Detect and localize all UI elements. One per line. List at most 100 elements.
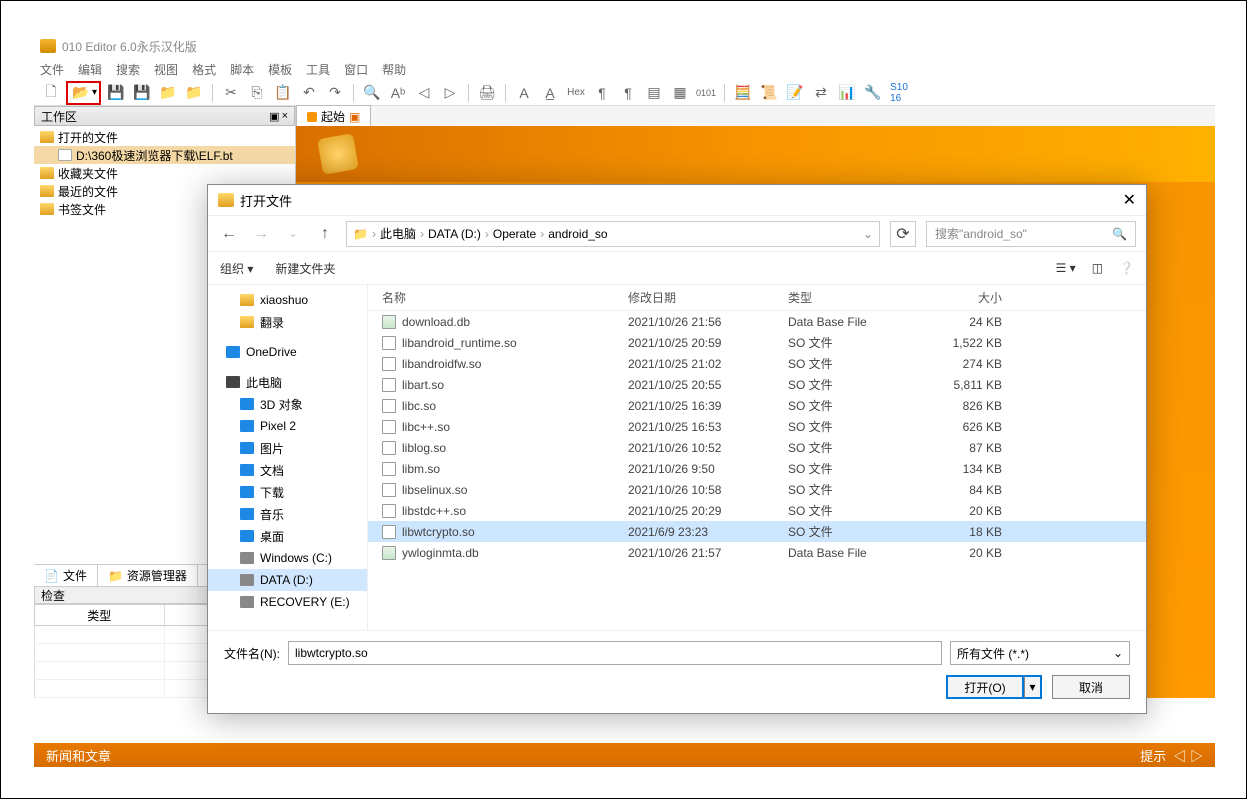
- nav-item[interactable]: 文档: [208, 459, 367, 481]
- menu-窗口[interactable]: 窗口: [344, 61, 368, 78]
- nav-tree[interactable]: xiaoshuo翻录 OneDrive 此电脑3D 对象Pixel 2图片文档下载音…: [208, 285, 368, 630]
- file-row[interactable]: libm.so2021/10/26 9:50SO 文件134 KB: [368, 458, 1146, 479]
- script-icon[interactable]: 📜: [758, 82, 780, 104]
- tools-icon[interactable]: 🔧: [862, 82, 884, 104]
- new-file-icon[interactable]: 🗋: [40, 82, 62, 104]
- calc-icon[interactable]: 🧮: [732, 82, 754, 104]
- breadcrumb-item[interactable]: android_so: [548, 227, 607, 241]
- paragraph-icon[interactable]: ¶: [591, 82, 613, 104]
- layout1-icon[interactable]: ▤: [643, 82, 665, 104]
- pin-icon[interactable]: ▣: [269, 110, 279, 123]
- open-folder-icon[interactable]: 📂: [70, 82, 92, 104]
- menu-模板[interactable]: 模板: [268, 61, 292, 78]
- file-list[interactable]: download.db2021/10/26 21:56Data Base Fil…: [368, 311, 1146, 563]
- undo-icon[interactable]: ↶: [298, 82, 320, 104]
- binary-icon[interactable]: 0101: [695, 82, 717, 104]
- file-row[interactable]: ywloginmta.db2021/10/26 21:57Data Base F…: [368, 542, 1146, 563]
- refresh-icon[interactable]: ⟳: [890, 221, 916, 247]
- menu-视图[interactable]: 视图: [154, 61, 178, 78]
- breadcrumb[interactable]: 📁›此电脑›DATA (D:)›Operate›android_so ⌄: [346, 221, 880, 247]
- menu-工具[interactable]: 工具: [306, 61, 330, 78]
- menu-帮助[interactable]: 帮助: [382, 61, 406, 78]
- ws-tab-file[interactable]: 📄 文件: [34, 565, 98, 586]
- nav-item[interactable]: OneDrive: [208, 341, 367, 363]
- ws-item[interactable]: 打开的文件: [34, 128, 295, 146]
- nav-item[interactable]: 下载: [208, 481, 367, 503]
- file-row[interactable]: libc++.so2021/10/25 16:53SO 文件626 KB: [368, 416, 1146, 437]
- menu-格式[interactable]: 格式: [192, 61, 216, 78]
- file-row[interactable]: liblog.so2021/10/26 10:52SO 文件87 KB: [368, 437, 1146, 458]
- nav-item[interactable]: 桌面: [208, 525, 367, 547]
- folder2-icon[interactable]: 📁: [183, 82, 205, 104]
- font-a-icon[interactable]: A: [513, 82, 535, 104]
- organize-button[interactable]: 组织 ▾: [220, 260, 253, 277]
- help-icon[interactable]: ❔: [1119, 261, 1134, 275]
- nav-item[interactable]: 3D 对象: [208, 393, 367, 415]
- footer-tips[interactable]: 提示: [1140, 749, 1166, 764]
- file-row[interactable]: download.db2021/10/26 21:56Data Base Fil…: [368, 311, 1146, 332]
- cut-icon[interactable]: ✂: [220, 82, 242, 104]
- view-mode-icon[interactable]: ☰ ▾: [1056, 261, 1076, 275]
- search-icon[interactable]: 🔍: [361, 82, 383, 104]
- back-icon[interactable]: ←: [218, 225, 240, 243]
- breadcrumb-item[interactable]: Operate: [493, 227, 536, 241]
- print-icon[interactable]: 🖨: [476, 82, 498, 104]
- folder1-icon[interactable]: 📁: [157, 82, 179, 104]
- menubar[interactable]: 文件编辑搜索视图格式脚本模板工具窗口帮助: [34, 58, 1215, 80]
- forward-icon[interactable]: →: [250, 225, 272, 243]
- new-folder-button[interactable]: 新建文件夹: [275, 260, 335, 277]
- nav-item[interactable]: xiaoshuo: [208, 289, 367, 311]
- file-list-header[interactable]: 名称 修改日期 类型 大小: [368, 285, 1146, 311]
- paste-icon[interactable]: 📋: [272, 82, 294, 104]
- hex-icon[interactable]: Hex: [565, 82, 587, 104]
- menu-脚本[interactable]: 脚本: [230, 61, 254, 78]
- dialog-close-icon[interactable]: ✕: [1123, 190, 1136, 210]
- pilcrow-icon[interactable]: ¶: [617, 82, 639, 104]
- nav-item[interactable]: 图片: [208, 437, 367, 459]
- nav-item[interactable]: 翻录: [208, 311, 367, 333]
- menu-编辑[interactable]: 编辑: [78, 61, 102, 78]
- template-icon[interactable]: 📝: [784, 82, 806, 104]
- nav-item[interactable]: Windows (C:): [208, 547, 367, 569]
- ws-tab-explorer[interactable]: 📁 资源管理器: [98, 565, 198, 586]
- saveall-icon[interactable]: 💾: [131, 82, 153, 104]
- open-button[interactable]: 打开(O): [946, 675, 1024, 699]
- file-row[interactable]: libandroid_runtime.so2021/10/25 20:59SO …: [368, 332, 1146, 353]
- file-row[interactable]: libc.so2021/10/25 16:39SO 文件826 KB: [368, 395, 1146, 416]
- save-icon[interactable]: 💾: [105, 82, 127, 104]
- nav-item[interactable]: 此电脑: [208, 371, 367, 393]
- file-row[interactable]: libselinux.so2021/10/26 10:58SO 文件84 KB: [368, 479, 1146, 500]
- search-icon[interactable]: 🔍: [1112, 227, 1127, 241]
- file-row[interactable]: libstdc++.so2021/10/25 20:29SO 文件20 KB: [368, 500, 1146, 521]
- find-ab-icon[interactable]: Aᵇ: [387, 82, 409, 104]
- nav-item[interactable]: DATA (D:): [208, 569, 367, 591]
- nav-item[interactable]: RECOVERY (E:): [208, 591, 367, 613]
- s10-icon[interactable]: S1016: [888, 82, 910, 104]
- copy-icon[interactable]: ⎘: [246, 82, 268, 104]
- nav-item[interactable]: 音乐: [208, 503, 367, 525]
- preview-pane-icon[interactable]: ◫: [1092, 261, 1103, 275]
- file-row[interactable]: libart.so2021/10/25 20:55SO 文件5,811 KB: [368, 374, 1146, 395]
- filename-input[interactable]: [288, 641, 942, 665]
- tab-close-icon[interactable]: ▣: [349, 110, 360, 124]
- menu-搜索[interactable]: 搜索: [116, 61, 140, 78]
- footer-news[interactable]: 新闻和文章: [46, 746, 111, 765]
- ws-item[interactable]: 收藏夹文件: [34, 164, 295, 182]
- filter-select[interactable]: 所有文件 (*.*)⌄: [950, 641, 1130, 665]
- ws-item[interactable]: D:\360极速浏览器下载\ELF.bt: [34, 146, 295, 164]
- up-icon[interactable]: ↑: [314, 225, 336, 243]
- file-row[interactable]: libwtcrypto.so2021/6/9 23:23SO 文件18 KB: [368, 521, 1146, 542]
- chart-icon[interactable]: 📊: [836, 82, 858, 104]
- search-input[interactable]: 搜索"android_so" 🔍: [926, 221, 1136, 247]
- open-dropdown-icon[interactable]: ▾: [1024, 675, 1042, 699]
- breadcrumb-item[interactable]: 此电脑: [380, 225, 416, 242]
- breadcrumb-item[interactable]: DATA (D:): [428, 227, 481, 241]
- menu-文件[interactable]: 文件: [40, 61, 64, 78]
- nav-item[interactable]: Pixel 2: [208, 415, 367, 437]
- compare-icon[interactable]: ⇄: [810, 82, 832, 104]
- next-icon[interactable]: ▷: [439, 82, 461, 104]
- close-icon[interactable]: ×: [282, 110, 288, 123]
- prev-icon[interactable]: ◁: [413, 82, 435, 104]
- cancel-button[interactable]: 取消: [1052, 675, 1130, 699]
- doc-tab-start[interactable]: 起始 ▣: [296, 105, 371, 127]
